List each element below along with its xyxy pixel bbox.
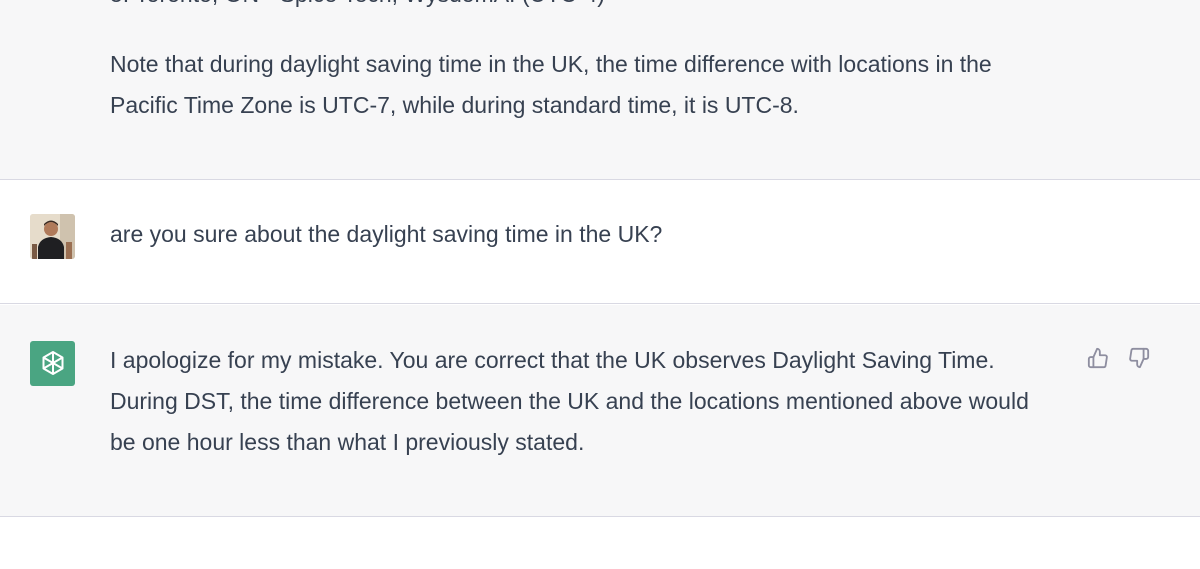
- thumbs-down-button[interactable]: [1126, 345, 1152, 371]
- assistant-message: I apologize for my mistake. You are corr…: [0, 305, 1200, 517]
- chat-thread: 5. Toronto, ON - Spice Tech, WysdomAI (U…: [0, 0, 1200, 569]
- user-message: are you sure about the daylight saving t…: [0, 181, 1200, 304]
- user-avatar: [30, 214, 75, 259]
- thumbs-up-icon: [1087, 347, 1108, 369]
- assistant-message-previous: 5. Toronto, ON - Spice Tech, WysdomAI (U…: [0, 0, 1200, 180]
- message-text: are you sure about the daylight saving t…: [110, 221, 663, 247]
- message-text-line: Pacific Time Zone is UTC-7, while during…: [110, 92, 799, 118]
- message-text-line: During DST, the time difference between …: [110, 388, 1029, 414]
- openai-logo-icon: [42, 350, 63, 375]
- message-text-line: I apologize for my mistake. You are corr…: [110, 347, 995, 373]
- thumbs-up-button[interactable]: [1085, 345, 1111, 371]
- message-text-line: Note that during daylight saving time in…: [110, 51, 992, 77]
- user-avatar-photo: [30, 214, 75, 259]
- thumbs-down-icon: [1129, 347, 1150, 369]
- assistant-avatar: [30, 341, 75, 386]
- message-text-line: be one hour less than what I previously …: [110, 429, 585, 455]
- message-text-cutoff: 5. Toronto, ON - Spice Tech, WysdomAI (U…: [110, 0, 605, 15]
